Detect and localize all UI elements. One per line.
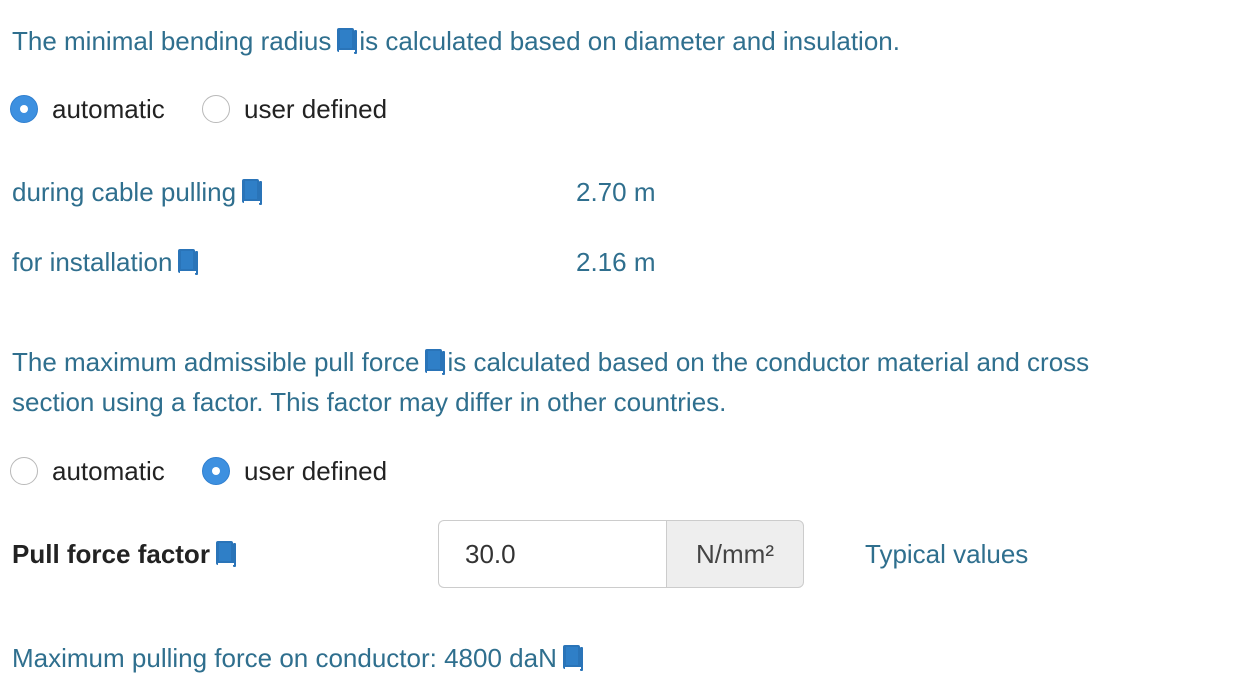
book-icon[interactable] [178,249,198,275]
bending-radius-automatic-label[interactable]: automatic [52,89,165,129]
bending-radius-row-installation: for installation [12,242,200,282]
bending-radius-intro-text-before: The minimal bending radius [12,26,332,56]
bending-radius-user-defined-label[interactable]: user defined [244,89,387,129]
pull-force-factor-label-wrap: Pull force factor [12,534,238,574]
radio-dot [212,467,220,475]
installation-label: for installation [12,247,173,277]
max-pulling-force: Maximum pulling force on conductor: 4800… [12,638,585,678]
bending-radius-user-defined-radio[interactable] [202,95,230,123]
pull-force-intro-text-before: The maximum admissible pull force [12,347,420,377]
book-icon[interactable] [242,179,262,205]
pulling-value: 2.70 m [576,177,656,207]
pull-force-user-defined-label[interactable]: user defined [244,451,387,491]
pull-force-intro-line1: The maximum admissible pull force is calc… [12,342,1089,382]
pull-force-factor-label: Pull force factor [12,539,210,569]
pull-force-user-defined-radio[interactable] [202,457,230,485]
book-icon[interactable] [337,28,357,54]
pulling-label: during cable pulling [12,177,237,207]
pull-force-factor-input-group: N/mm² [438,520,804,588]
bending-radius-intro: The minimal bending radius is calculated … [12,21,900,61]
pull-force-automatic-label[interactable]: automatic [52,451,165,491]
bending-radius-automatic-radio[interactable] [10,95,38,123]
book-icon[interactable] [425,349,445,375]
book-icon[interactable] [563,645,583,671]
max-pulling-force-text: Maximum pulling force on conductor: 4800… [12,643,557,673]
bending-radius-row-pulling: during cable pulling [12,172,264,212]
bending-radius-intro-text-after: is calculated based on diameter and insu… [359,26,900,56]
pull-force-factor-unit: N/mm² [666,520,804,588]
pull-force-factor-input[interactable] [438,520,666,588]
pull-force-intro-line2: section using a factor. This factor may … [12,387,727,417]
pull-force-automatic-radio[interactable] [10,457,38,485]
radio-dot [20,105,28,113]
book-icon[interactable] [216,541,236,567]
installation-value: 2.16 m [576,247,656,277]
typical-values-link[interactable]: Typical values [865,534,1028,574]
pull-force-intro-text-after: is calculated based on the conductor mat… [447,347,1090,377]
